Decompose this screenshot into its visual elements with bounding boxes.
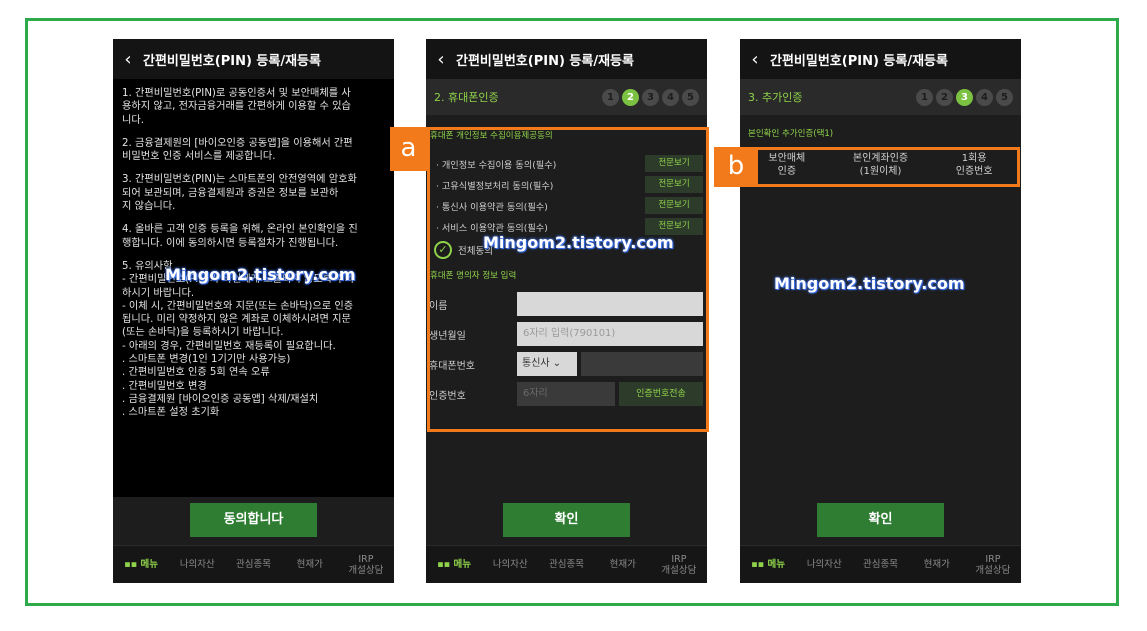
step-dot: 2 bbox=[936, 88, 953, 106]
step-title: 2. 휴대폰인증 bbox=[434, 91, 499, 104]
page-title: 간편비밀번호(PIN) 등록/재등록 bbox=[456, 53, 634, 69]
phone-screen-terms: ‹ 간편비밀번호(PIN) 등록/재등록 1. 간편비밀번호(PIN)로 공동인… bbox=[113, 39, 394, 583]
tab-irp[interactable]: IRP 개설상담 bbox=[338, 554, 394, 576]
chevron-left-icon[interactable]: ‹ bbox=[740, 49, 770, 70]
highlight-box-a bbox=[427, 127, 709, 432]
bottom-tabbar: ▪▪ 메뉴 나의자산 관심종목 현재가 IRP 개설상담 bbox=[740, 545, 1021, 583]
terms-line: . 스마트폰 변경(1인 1기기만 사용가능) bbox=[122, 354, 291, 366]
button-area: 확인 bbox=[740, 497, 1021, 545]
terms-line: 지 않습니다. bbox=[122, 201, 176, 213]
label-b: b bbox=[714, 147, 758, 187]
chevron-left-icon[interactable]: ‹ bbox=[426, 49, 456, 70]
header: ‹ 간편비밀번호(PIN) 등록/재등록 bbox=[740, 39, 1021, 79]
tab-label: 메뉴 bbox=[453, 559, 471, 570]
watermark: Mingom2.tistory.com bbox=[165, 265, 356, 284]
step-dot: 4 bbox=[976, 88, 993, 106]
terms-line: . 스마트폰 설정 초기화 bbox=[122, 407, 220, 419]
tab-label: 메뉴 bbox=[140, 559, 158, 570]
step-dot: 5 bbox=[682, 88, 699, 106]
confirm-button[interactable]: 확인 bbox=[817, 503, 944, 537]
button-area: 동의합니다 bbox=[113, 497, 394, 545]
step-dot-active: 2 bbox=[622, 88, 639, 106]
chevron-left-icon[interactable]: ‹ bbox=[113, 49, 143, 70]
step-dot: 3 bbox=[642, 88, 659, 106]
terms-line: (또는 손바닥)을 등록하시기 바랍니다. bbox=[122, 327, 284, 339]
terms-line: 니다. bbox=[122, 114, 144, 126]
terms-line: . 간편비밀번호 인증 5회 연속 오류 bbox=[122, 367, 270, 379]
tab-label: IRP bbox=[671, 553, 687, 565]
terms-text: 1. 간편비밀번호(PIN)로 공동인증서 및 보안매체를 사 용하지 않고, … bbox=[113, 79, 394, 537]
bottom-tabbar: ▪▪ 메뉴 나의자산 관심종목 현재가 IRP 개설상담 bbox=[113, 545, 394, 583]
tab-label: IRP bbox=[358, 553, 374, 565]
sub-title: 본인확인 추가인증(택1) bbox=[748, 129, 834, 139]
tab-label: 개설상담 bbox=[348, 564, 384, 576]
grid-icon: ▪▪ bbox=[124, 559, 141, 570]
tab-watchlist[interactable]: 관심종목 bbox=[538, 559, 594, 570]
step-dot: 4 bbox=[662, 88, 679, 106]
terms-line: 용하지 않고, 전자금융거래를 간편하게 이용할 수 있습 bbox=[122, 101, 351, 113]
step-bar: 2. 휴대폰인증 1 2 3 4 5 bbox=[426, 79, 707, 115]
terms-line: - 아래의 경우, 간편비밀번호 재등록이 필요합니다. bbox=[122, 340, 336, 352]
agree-button[interactable]: 동의합니다 bbox=[190, 503, 317, 537]
tab-label: 개설상담 bbox=[975, 564, 1011, 576]
step-dot: 1 bbox=[916, 88, 933, 106]
terms-line: - 이체 시, 간편비밀번호와 지문(또는 손바닥)으로 인증 bbox=[122, 300, 354, 312]
confirm-button[interactable]: 확인 bbox=[503, 503, 630, 537]
terms-line: 1. 간편비밀번호(PIN)로 공동인증서 및 보안매체를 사 bbox=[122, 88, 351, 99]
terms-line: 2. 금융결제원의 [바이오인증 공동앱]을 이용해서 간편 bbox=[122, 137, 353, 149]
terms-line: 3. 간편비밀번호(PIN)는 스마트폰의 안전영역에 암호화 bbox=[122, 174, 357, 186]
terms-line: . 금융결제원 [바이오인증 공동앱] 삭제/재설치 bbox=[122, 393, 319, 405]
phone-screen-additional-auth: ‹ 간편비밀번호(PIN) 등록/재등록 3. 추가인증 1 2 3 4 5 본… bbox=[740, 39, 1021, 583]
header: ‹ 간편비밀번호(PIN) 등록/재등록 bbox=[426, 39, 707, 79]
terms-line: 하시기 바랍니다. bbox=[122, 287, 195, 299]
page-title: 간편비밀번호(PIN) 등록/재등록 bbox=[770, 53, 948, 69]
tab-watchlist[interactable]: 관심종목 bbox=[225, 559, 281, 570]
tab-current-price[interactable]: 현재가 bbox=[282, 559, 338, 570]
tab-menu[interactable]: ▪▪ 메뉴 bbox=[426, 559, 482, 570]
tab-watchlist[interactable]: 관심종목 bbox=[852, 559, 908, 570]
terms-line: 4. 올바른 고객 인증 등록을 위해, 온라인 본인확인을 진 bbox=[122, 224, 358, 236]
grid-icon: ▪▪ bbox=[751, 559, 768, 570]
tab-current-price[interactable]: 현재가 bbox=[595, 559, 651, 570]
tab-irp[interactable]: IRP 개설상담 bbox=[965, 554, 1021, 576]
tab-label: IRP bbox=[985, 553, 1001, 565]
watermark: Mingom2.tistory.com bbox=[774, 274, 965, 293]
tab-current-price[interactable]: 현재가 bbox=[909, 559, 965, 570]
tab-menu[interactable]: ▪▪ 메뉴 bbox=[113, 559, 169, 570]
step-dot: 5 bbox=[996, 88, 1013, 106]
step-bar: 3. 추가인증 1 2 3 4 5 bbox=[740, 79, 1021, 115]
terms-line: 되어 보관되며, 금융결제원과 증권은 정보를 보관하 bbox=[122, 187, 339, 199]
header: ‹ 간편비밀번호(PIN) 등록/재등록 bbox=[113, 39, 394, 79]
tab-menu[interactable]: ▪▪ 메뉴 bbox=[740, 559, 796, 570]
tab-my-assets[interactable]: 나의자산 bbox=[796, 559, 852, 570]
tab-my-assets[interactable]: 나의자산 bbox=[482, 559, 538, 570]
step-dot: 1 bbox=[602, 88, 619, 106]
tab-my-assets[interactable]: 나의자산 bbox=[169, 559, 225, 570]
terms-line: 비밀번호 인증 서비스를 제공합니다. bbox=[122, 151, 276, 163]
button-area: 확인 bbox=[426, 497, 707, 545]
tab-label: 개설상담 bbox=[661, 564, 697, 576]
terms-line: 됩니다. 미리 약정하지 않은 계좌로 이체하시려면 지문 bbox=[122, 314, 351, 326]
grid-icon: ▪▪ bbox=[437, 559, 454, 570]
tab-irp[interactable]: IRP 개설상담 bbox=[651, 554, 707, 576]
step-indicator: 1 2 3 4 5 bbox=[602, 88, 699, 106]
step-title: 3. 추가인증 bbox=[748, 91, 803, 104]
bottom-tabbar: ▪▪ 메뉴 나의자산 관심종목 현재가 IRP 개설상담 bbox=[426, 545, 707, 583]
step-dot-active: 3 bbox=[956, 88, 973, 106]
terms-line: . 간편비밀번호 변경 bbox=[122, 380, 207, 392]
step-indicator: 1 2 3 4 5 bbox=[916, 88, 1013, 106]
page-title: 간편비밀번호(PIN) 등록/재등록 bbox=[143, 53, 321, 69]
highlight-box-b bbox=[714, 147, 1020, 187]
tab-label: 메뉴 bbox=[767, 559, 785, 570]
label-a: a bbox=[390, 127, 427, 171]
terms-line: 행합니다. 이에 동의하시면 등록절차가 진행됩니다. bbox=[122, 237, 339, 249]
